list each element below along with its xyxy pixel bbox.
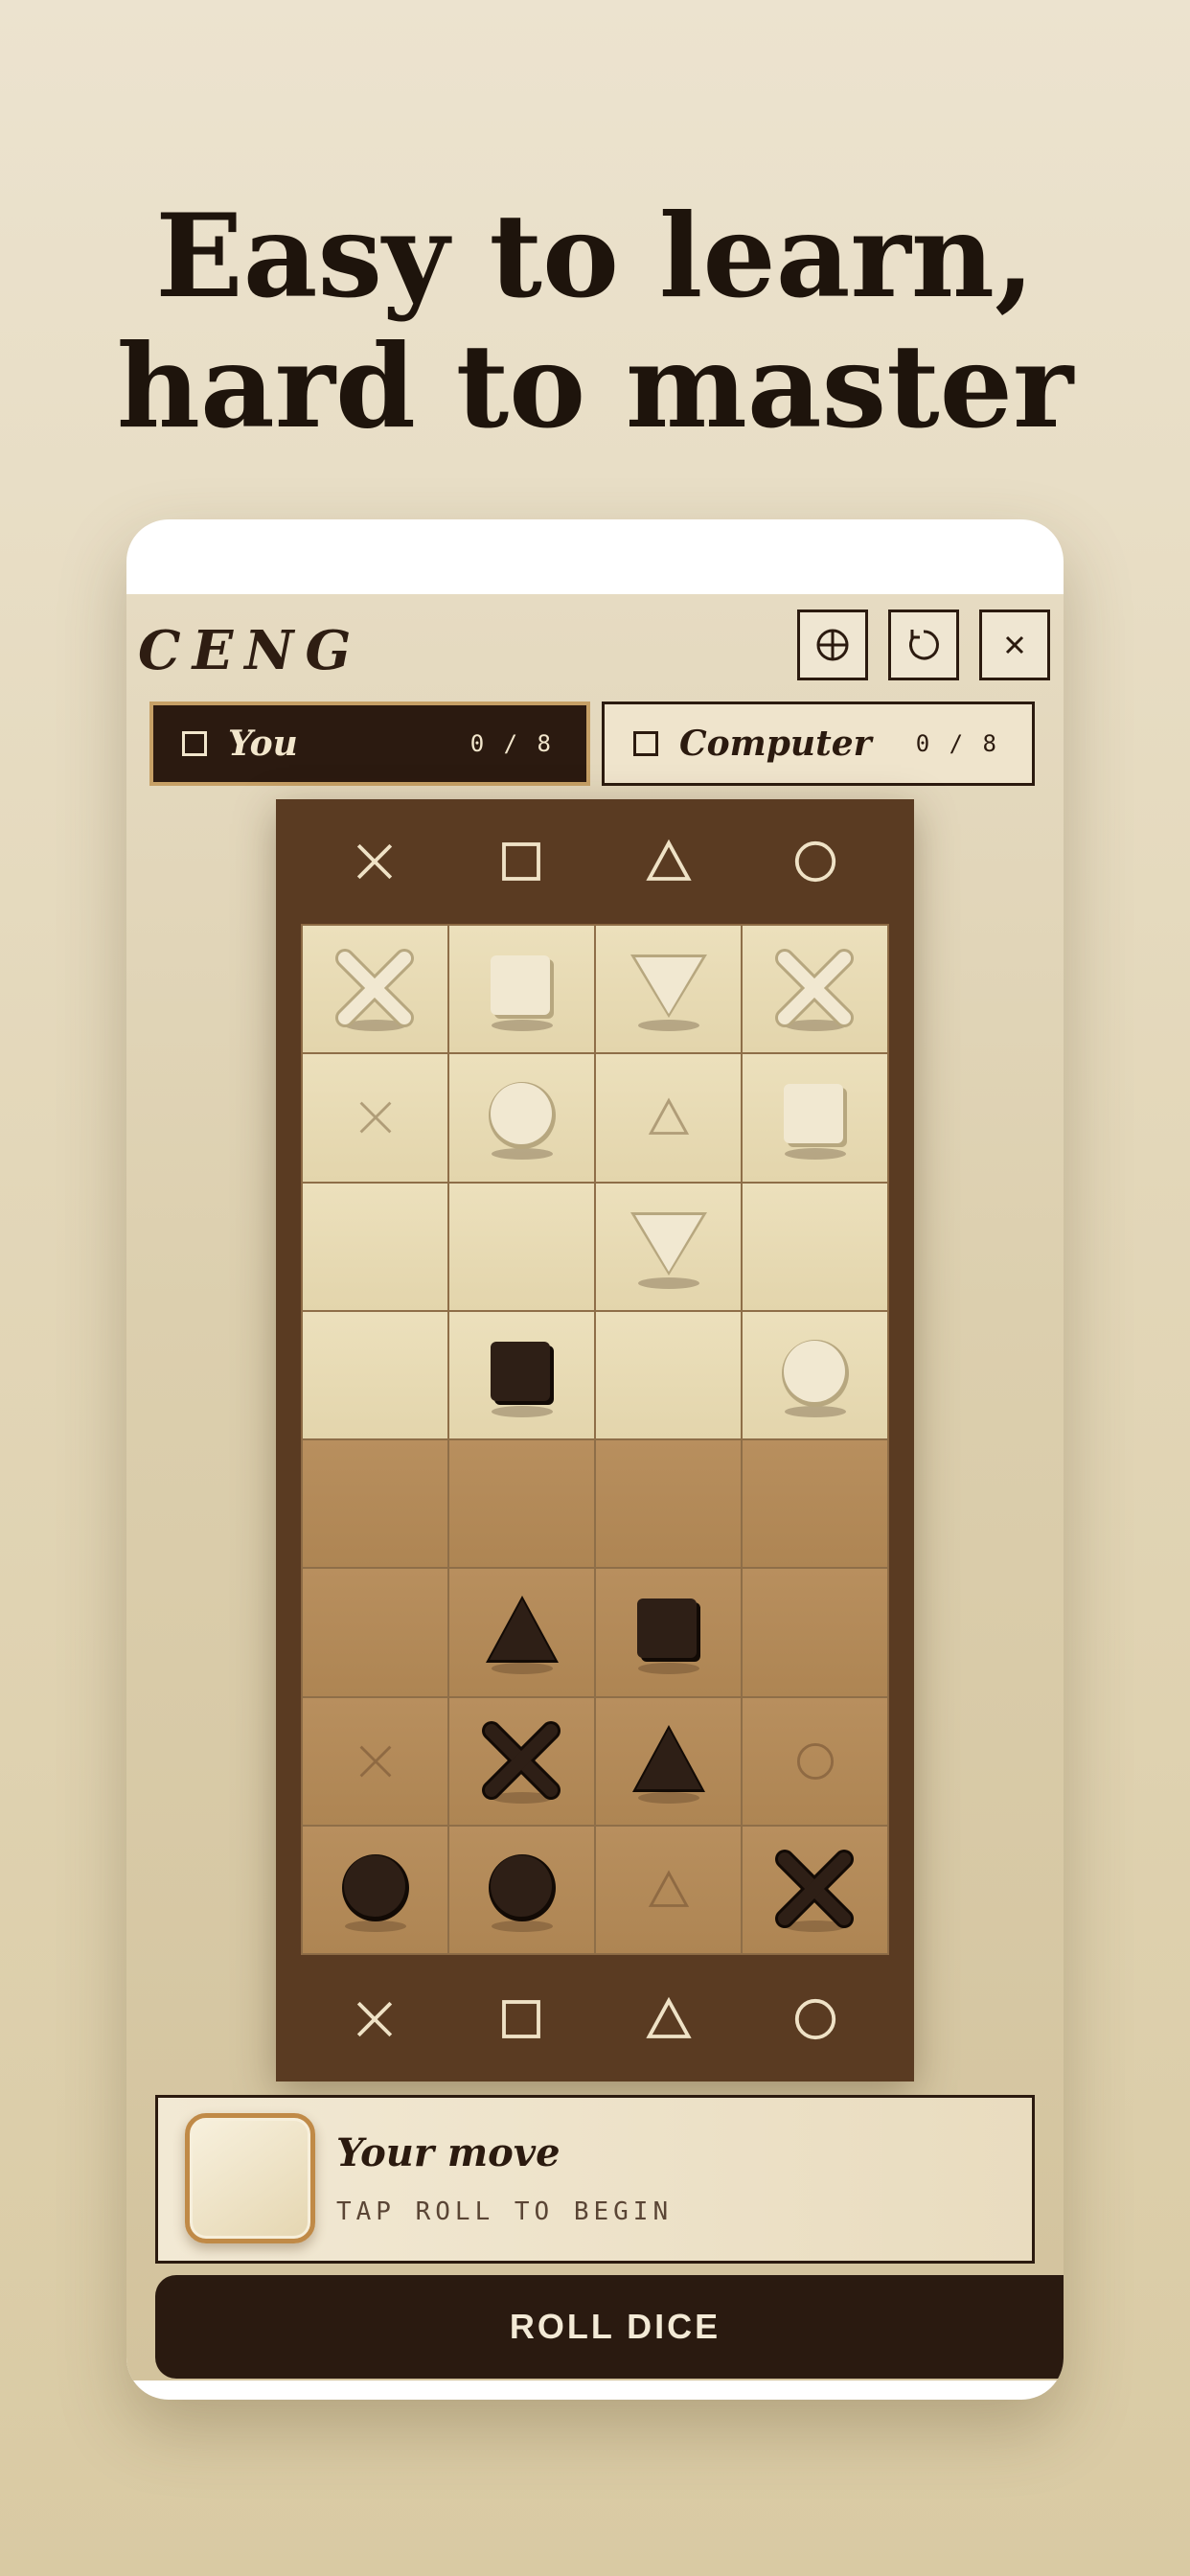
light-cross-piece[interactable] — [767, 941, 863, 1037]
light-circle-piece[interactable] — [474, 1070, 570, 1165]
player-card-computer: Computer 0 / 8 — [602, 702, 1035, 786]
column-header-bottom — [276, 1957, 914, 2082]
roll-dice-button[interactable]: ROLL DICE — [155, 2275, 1064, 2379]
dark-circle-piece[interactable] — [474, 1842, 570, 1938]
dark-square-piece[interactable] — [474, 1327, 570, 1423]
board-cell[interactable] — [595, 1825, 742, 1954]
board-cell[interactable] — [742, 1182, 888, 1311]
square-icon — [502, 2000, 541, 2038]
board-cell[interactable] — [448, 1568, 595, 1697]
column-header-circle — [743, 1957, 890, 2082]
board-cell[interactable] — [302, 1825, 448, 1954]
board-cell[interactable] — [302, 1439, 448, 1569]
board-cell[interactable] — [595, 925, 742, 1054]
status-title: Your move — [336, 2130, 561, 2175]
board-cell[interactable] — [742, 1696, 888, 1826]
phone-frame: CENG You 0 / 8 Computer 0 / 8 Your move … — [126, 519, 1064, 2400]
column-header-triangle — [595, 1957, 743, 2082]
board-cell[interactable] — [448, 1696, 595, 1826]
dark-cross-piece[interactable] — [474, 1714, 570, 1809]
dice[interactable] — [185, 2113, 315, 2243]
dark-cross-piece[interactable] — [767, 1842, 863, 1938]
board-cell[interactable] — [595, 1053, 742, 1183]
board-cell[interactable] — [302, 1053, 448, 1183]
triangle-icon — [646, 839, 692, 881]
board-grid — [301, 924, 889, 1955]
board-cell[interactable] — [742, 1439, 888, 1569]
crosshair-button[interactable] — [797, 610, 868, 680]
board-cell[interactable] — [302, 1182, 448, 1311]
board-cell[interactable] — [595, 1568, 742, 1697]
light-triangle-down-piece[interactable] — [621, 1199, 717, 1295]
board-cell[interactable] — [595, 1696, 742, 1826]
dark-triangle-piece[interactable] — [621, 1714, 717, 1809]
player-checkbox-computer — [633, 731, 658, 756]
circle-icon — [795, 1998, 836, 2040]
status-subtitle: TAP ROLL TO BEGIN — [336, 2197, 674, 2226]
light-triangle-down-piece[interactable] — [621, 941, 717, 1037]
board-cell[interactable] — [742, 925, 888, 1054]
status-panel: Your move TAP ROLL TO BEGIN — [155, 2095, 1035, 2264]
board-cell[interactable] — [302, 925, 448, 1054]
board-cell[interactable] — [742, 1825, 888, 1954]
light-square-piece[interactable] — [767, 1070, 863, 1165]
column-header-square — [448, 799, 596, 924]
board-cell[interactable] — [448, 1825, 595, 1954]
board-cell[interactable] — [448, 1182, 595, 1311]
triangle-icon — [646, 1996, 692, 2038]
cross-hint-icon — [359, 1745, 391, 1778]
light-square-piece[interactable] — [474, 941, 570, 1037]
triangle-hint-icon — [648, 1870, 689, 1907]
board-cell[interactable] — [448, 925, 595, 1054]
restart-button[interactable] — [888, 610, 959, 680]
headline-line-2: hard to master — [116, 319, 1074, 454]
board-cell[interactable] — [302, 1696, 448, 1826]
board-cell[interactable] — [448, 1053, 595, 1183]
column-header-cross — [301, 799, 448, 924]
app-logo: CENG — [138, 619, 363, 682]
column-header-top — [276, 799, 914, 924]
game-board — [276, 799, 914, 2082]
cross-icon — [356, 2001, 392, 2037]
square-icon — [502, 842, 541, 881]
board-cell[interactable] — [595, 1182, 742, 1311]
player-name-computer: Computer — [679, 724, 872, 764]
board-cell[interactable] — [595, 1310, 742, 1439]
crosshair-icon — [816, 629, 849, 661]
column-header-square — [448, 1957, 596, 2082]
light-circle-piece[interactable] — [767, 1327, 863, 1423]
column-header-cross — [301, 1957, 448, 2082]
close-icon — [1005, 635, 1024, 655]
dark-circle-piece[interactable] — [328, 1842, 423, 1938]
cross-hint-icon — [359, 1101, 391, 1134]
player-checkbox-you — [182, 731, 207, 756]
player-name-you: You — [228, 724, 298, 764]
circle-hint-icon — [796, 1742, 834, 1780]
board-cell[interactable] — [448, 1439, 595, 1569]
game-screen: CENG You 0 / 8 Computer 0 / 8 Your move … — [126, 594, 1064, 2380]
dark-triangle-piece[interactable] — [474, 1584, 570, 1680]
board-cell[interactable] — [302, 1310, 448, 1439]
triangle-hint-icon — [648, 1097, 689, 1136]
headline-line-1: Easy to learn, — [155, 189, 1035, 324]
board-cell[interactable] — [302, 1568, 448, 1697]
circle-icon — [795, 840, 836, 883]
player-score-you: 0 / 8 — [469, 730, 554, 757]
light-cross-piece[interactable] — [328, 941, 423, 1037]
board-cell[interactable] — [742, 1053, 888, 1183]
player-score-computer: 0 / 8 — [915, 730, 999, 757]
headline: Easy to learn, hard to master — [0, 192, 1190, 452]
board-cell[interactable] — [742, 1568, 888, 1697]
column-header-circle — [743, 799, 890, 924]
column-header-triangle — [595, 799, 743, 924]
dark-square-piece[interactable] — [621, 1584, 717, 1680]
player-card-you: You 0 / 8 — [149, 702, 590, 786]
board-cell[interactable] — [742, 1310, 888, 1439]
board-cell[interactable] — [448, 1310, 595, 1439]
board-cell[interactable] — [595, 1439, 742, 1569]
restart-icon — [909, 630, 939, 660]
close-button[interactable] — [979, 610, 1050, 680]
cross-icon — [356, 843, 392, 880]
